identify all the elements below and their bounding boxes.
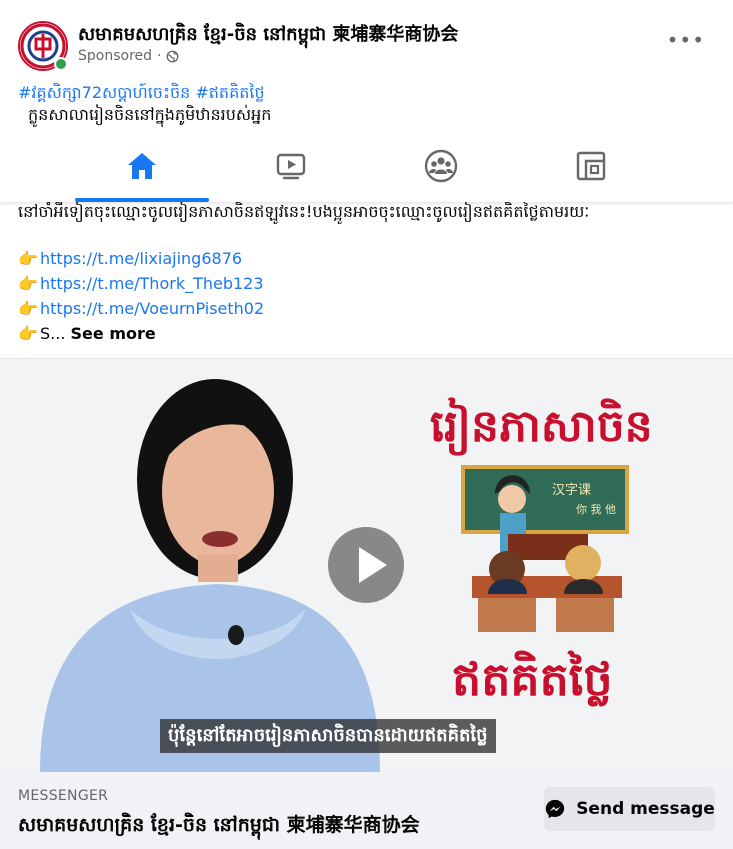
- free-label-overlay: ឥតគិតថ្លៃ: [452, 652, 613, 706]
- send-message-button[interactable]: Send message: [544, 787, 715, 831]
- post-links: 👉 https://t.me/lixiajing6876 👉 https://t.m…: [18, 246, 264, 346]
- telegram-link[interactable]: https://t.me/Thork_Theb123: [40, 274, 264, 293]
- chalkboard-text: 汉字课: [552, 483, 592, 498]
- pointing-hand-icon: 👉: [18, 274, 38, 293]
- post-header: សមាគមសហគ្រិន ខ្មែរ-ចិន នៅកម្ពុជា 柬埔寨华商协会…: [0, 0, 733, 78]
- sponsored-label[interactable]: Sponsored: [78, 48, 152, 64]
- pointing-hand-icon: 👉: [18, 324, 38, 343]
- link-row: 👉 https://t.me/Thork_Theb123: [18, 271, 264, 296]
- cta-source-label: MESSENGER: [18, 788, 109, 804]
- nav-tab-video[interactable]: [224, 130, 358, 202]
- video-icon: [276, 153, 306, 180]
- groups-icon: [424, 149, 458, 183]
- video-caption: ប៉ុន្តែនៅតែអាចរៀនភាសាចិនបានដោយឥតគិតថ្លៃ: [160, 719, 496, 753]
- page-name[interactable]: សមាគមសហគ្រិន ខ្មែរ-ចិន នៅកម្ពុជា 柬埔寨华商协会: [78, 20, 458, 49]
- home-icon: [128, 153, 156, 179]
- pointing-hand-icon: 👉: [18, 299, 38, 318]
- top-navigation-bar: [0, 130, 733, 202]
- see-more-link[interactable]: See more: [71, 324, 156, 343]
- chalkboard-subtext: 你 我 他: [576, 503, 616, 516]
- online-status-dot: [54, 57, 68, 71]
- play-button[interactable]: [325, 524, 407, 606]
- nav-tab-groups[interactable]: [374, 130, 508, 202]
- sponsored-post: សមាគមសហគ្រិន ខ្មែរ-ចិន នៅកម្ពុជា 柬埔寨华商协会…: [0, 0, 733, 849]
- post-hashtags[interactable]: #វគ្គសិក្សា72សប្តាហ៍ចេះចិន #ឥតគិតថ្លៃ: [18, 82, 265, 106]
- telegram-link[interactable]: https://t.me/VoeurnPiseth02: [40, 299, 264, 318]
- link-row: 👉 https://t.me/lixiajing6876: [18, 246, 264, 271]
- send-message-label: Send message: [576, 799, 715, 819]
- post-text-line: ក្លូនសាលារៀនចិននៅក្នុងភូមិឋានរបស់អ្នក: [28, 105, 272, 124]
- nav-tab-home[interactable]: [75, 130, 209, 202]
- nav-tab-gaming[interactable]: [524, 130, 658, 202]
- pointing-hand-icon: 👉: [18, 249, 38, 268]
- more-options-icon[interactable]: •••: [667, 28, 705, 52]
- post-text-body: នៅចាំអីទៀតចុះឈ្មោះចូលរៀនភាសាចិនឥឡូវនេះ!ប…: [18, 202, 590, 221]
- video-media[interactable]: រៀនភាសាចិន 汉字课 你 我 他 ឥតគិតថ្លៃ ប៉ុន្តែនៅ…: [0, 358, 733, 772]
- link-row: 👉 S... See more: [18, 321, 264, 346]
- separator-dot: ·: [157, 48, 162, 64]
- messenger-icon: [546, 799, 565, 819]
- truncated-text: S...: [40, 324, 66, 343]
- post-meta: Sponsored ·: [78, 48, 179, 64]
- gaming-icon: [576, 151, 606, 181]
- globe-icon: [167, 50, 179, 62]
- cta-footer: MESSENGER សមាគមសហគ្រិន ខ្មែរ-ចិន នៅកម្ពុ…: [0, 772, 733, 849]
- video-title-overlay: រៀនភាសាចិន: [430, 401, 653, 452]
- telegram-link[interactable]: https://t.me/lixiajing6876: [40, 249, 242, 268]
- link-row: 👉 https://t.me/VoeurnPiseth02: [18, 296, 264, 321]
- cta-page-name[interactable]: សមាគមសហគ្រិន ខ្មែរ-ចិន នៅកម្ពុជា 柬埔寨华商协会: [18, 810, 420, 841]
